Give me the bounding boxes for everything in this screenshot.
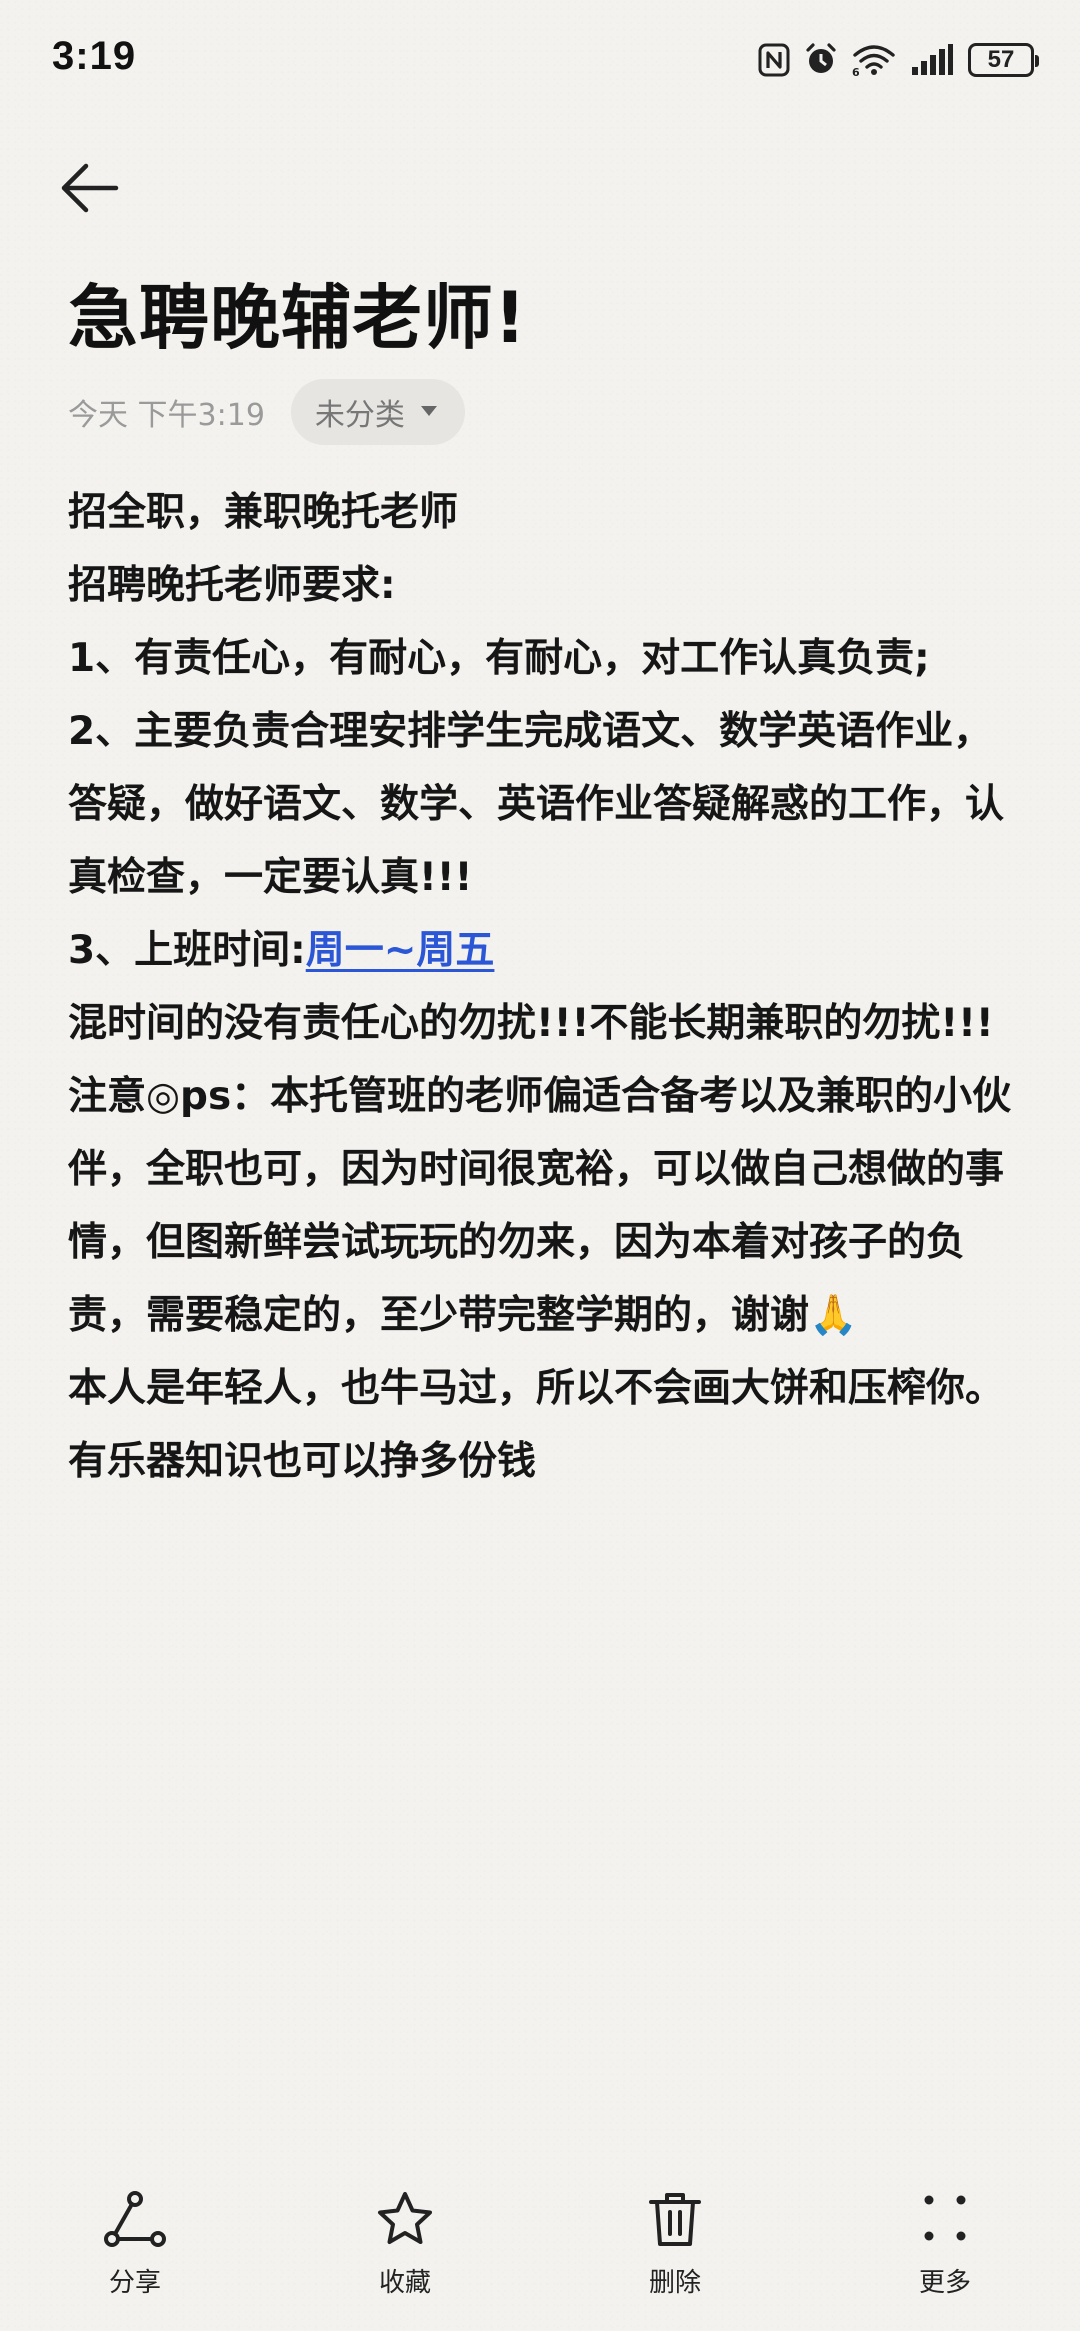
trash-icon [643,2190,707,2250]
star-icon [373,2190,437,2250]
note-line: 有乐器知识也可以挣多份钱 [68,1439,537,1484]
more-label: 更多 [918,2268,971,2298]
note-line: 混时间的没有责任心的勿扰!!!不能长期兼职的勿扰!!! [68,1001,994,1046]
dropdown-triangle-icon [419,403,439,422]
delete-button[interactable]: 删除 [585,2190,765,2331]
category-dropdown[interactable]: 未分类 [290,379,465,445]
note-body[interactable]: 招全职，兼职晚托老师 招聘晚托老师要求: 1、有责任心，有耐心，有耐心，对工作认… [68,476,1016,1498]
status-time: 3:19 [52,34,137,78]
signal-icon [910,43,954,77]
status-icons: 6 57 [758,38,1039,82]
delete-label: 删除 [648,2268,701,2298]
nfc-icon [758,43,790,77]
note-line: 注意◎ps：本托管班的老师偏适合备考以及兼职的小伙伴，全职也可，因为时间很宽裕，… [68,1074,1012,1338]
favorite-label: 收藏 [378,2268,431,2298]
note-line: 本人是年轻人，也牛马过，所以不会画大饼和压榨你。 [68,1366,1005,1411]
back-button[interactable] [60,150,140,230]
svg-text:6: 6 [852,66,860,77]
favorite-button[interactable]: 收藏 [315,2190,495,2331]
back-arrow-icon [60,162,120,218]
alarm-icon [804,43,838,77]
note-line-prefix: 3、上班时间: [68,928,306,973]
note-line: 3、上班时间:周一~周五 [68,914,1016,987]
share-icon [103,2190,167,2250]
wifi-icon: 6 [852,43,896,77]
note-date: 今天 下午3:19 [68,398,265,433]
more-dots-icon [913,2190,977,2250]
share-label: 分享 [108,2268,161,2298]
share-button[interactable]: 分享 [45,2190,225,2331]
bottom-toolbar: 分享 收藏 删除 更多 [0,2190,1080,2331]
more-button[interactable]: 更多 [855,2190,1035,2331]
status-bar: 3:19 6 57 [0,0,1080,120]
note-line: 招聘晚托老师要求: [68,563,396,608]
note-line: 2、主要负责合理安排学生完成语文、数学英语作业，答疑，做好语文、数学、英语作业答… [68,709,1005,900]
note-line: 1、有责任心，有耐心，有耐心，对工作认真负责; [68,636,930,681]
battery-indicator: 57 [968,43,1039,77]
date-link[interactable]: 周一~周五 [306,928,495,973]
note-title[interactable]: 急聘晚辅老师! [68,262,527,363]
note-line: 招全职，兼职晚托老师 [68,490,459,535]
note-meta: 今天 下午3:19 未分类 [68,378,465,446]
category-label: 未分类 [314,398,405,433]
